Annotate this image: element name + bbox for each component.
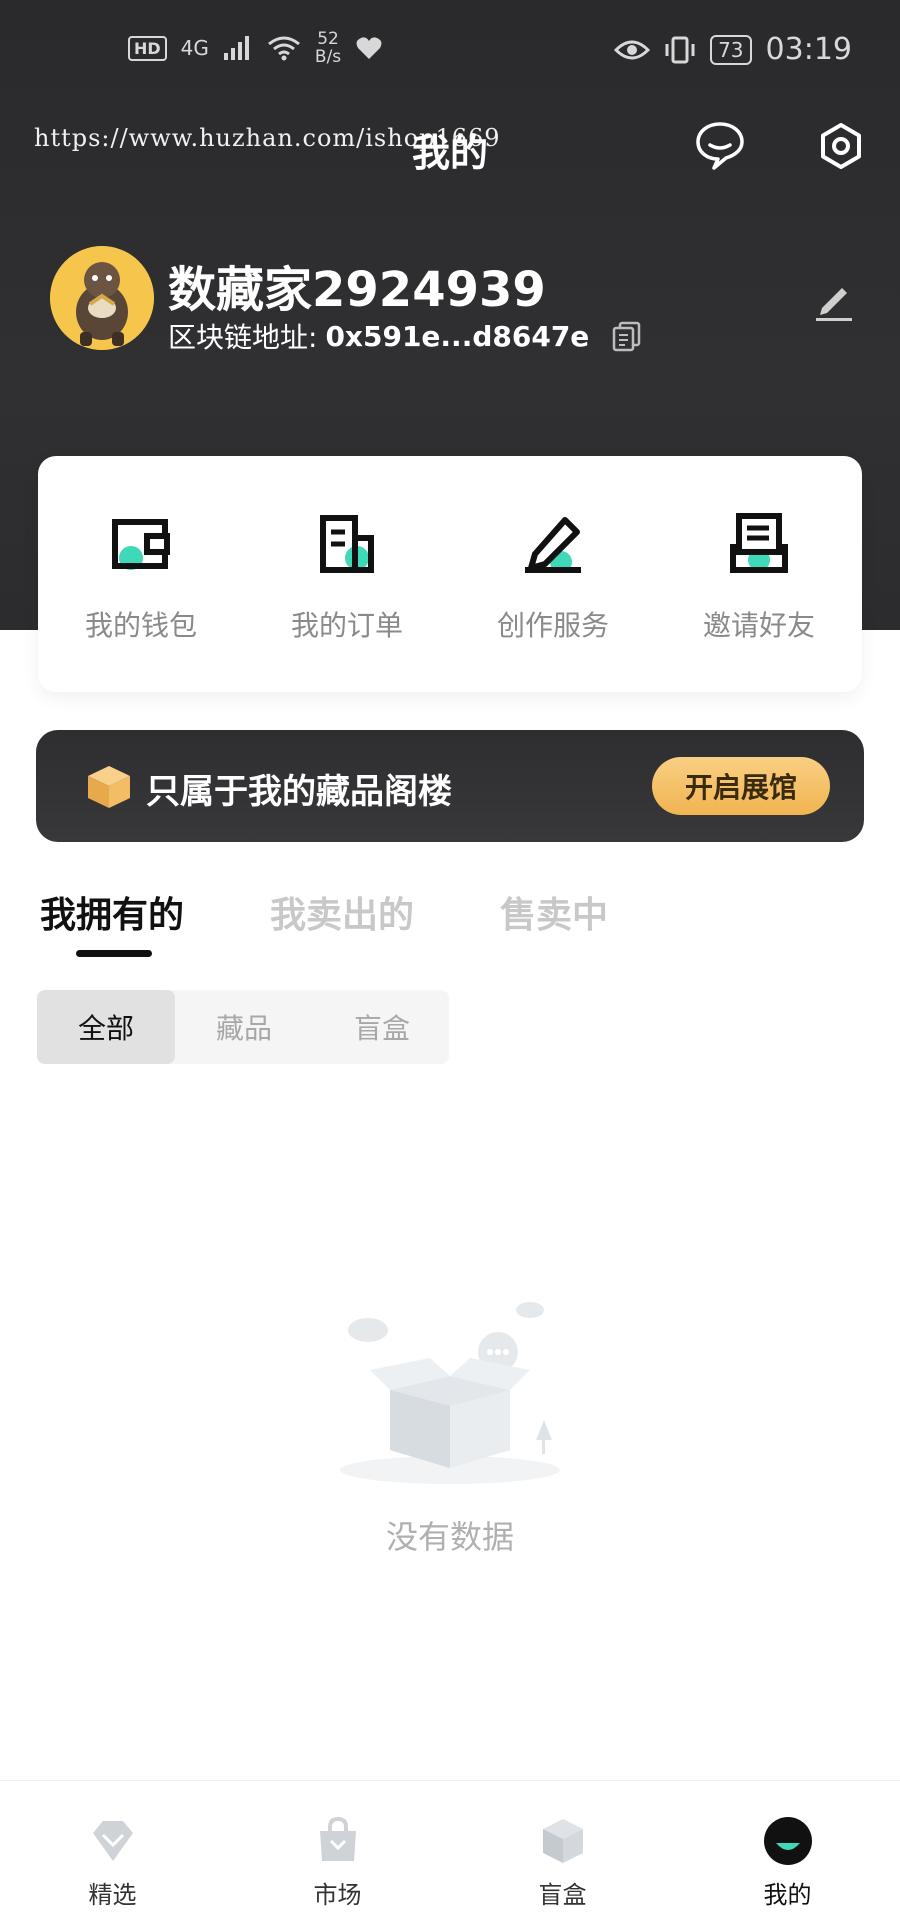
avatar-character-icon bbox=[50, 246, 154, 350]
quick-action-label: 我的钱包 bbox=[84, 609, 197, 642]
cube-icon bbox=[88, 766, 130, 808]
nav-item-featured[interactable]: 精选 bbox=[0, 1781, 225, 1926]
filter-collectibles[interactable]: 藏品 bbox=[175, 990, 313, 1064]
empty-box-illustration bbox=[340, 1302, 560, 1484]
filter-all[interactable]: 全部 bbox=[37, 990, 175, 1064]
vibrate-icon bbox=[665, 36, 695, 63]
message-button[interactable] bbox=[692, 118, 748, 174]
filter-blind-box[interactable]: 盲盒 bbox=[313, 990, 451, 1064]
category-filter: 全部 藏品 盲盒 bbox=[37, 990, 449, 1064]
clock: 03:19 bbox=[765, 32, 852, 67]
gallery-banner[interactable]: 只属于我的藏品阁楼 开启展馆 bbox=[36, 730, 864, 842]
status-bar: HD 4G 52 B/s 73 03:19 bbox=[0, 0, 900, 100]
address-row: 区块链地址: 0x591e...d8647e bbox=[168, 316, 643, 356]
network-speed: 52 B/s bbox=[315, 30, 341, 66]
nav-label: 我的 bbox=[763, 1881, 812, 1909]
speed-unit: B/s bbox=[314, 47, 342, 67]
nav-item-blind-box[interactable]: 盲盒 bbox=[450, 1781, 675, 1926]
quick-action-invite[interactable]: 邀请好友 bbox=[656, 456, 862, 692]
nav-label: 市场 bbox=[313, 1881, 362, 1909]
empty-state-text: 没有数据 bbox=[385, 1518, 514, 1556]
address-label: 区块链地址: bbox=[168, 321, 318, 354]
watermark-url: https://www.huzhan.com/ishop1669 bbox=[34, 124, 501, 152]
eye-icon bbox=[614, 40, 651, 59]
blind-box-icon bbox=[543, 1819, 583, 1863]
address-value: 0x591e...d8647e bbox=[325, 319, 590, 353]
pen-icon bbox=[525, 517, 581, 573]
wifi-icon bbox=[267, 36, 300, 61]
quick-action-label: 创作服务 bbox=[496, 609, 609, 642]
gem-icon bbox=[93, 1821, 133, 1861]
hd-indicator: HD bbox=[128, 35, 167, 61]
quick-action-create[interactable]: 创作服务 bbox=[450, 456, 656, 692]
quick-action-wallet[interactable]: 我的钱包 bbox=[38, 456, 244, 692]
banner-text: 只属于我的藏品阁楼 bbox=[146, 772, 452, 812]
nav-label: 精选 bbox=[88, 1881, 137, 1909]
copy-icon[interactable] bbox=[611, 320, 643, 352]
username: 数藏家2924939 bbox=[168, 262, 546, 318]
open-gallery-button[interactable]: 开启展馆 bbox=[652, 757, 830, 815]
quick-action-label: 我的订单 bbox=[290, 609, 403, 642]
shopping-bag-icon bbox=[320, 1816, 356, 1861]
quick-action-label: 邀请好友 bbox=[702, 609, 815, 642]
chat-bubble-icon bbox=[696, 122, 744, 170]
tab-sold[interactable]: 我卖出的 bbox=[270, 886, 414, 938]
speed-value: 52 bbox=[317, 29, 339, 49]
signal-icon bbox=[223, 36, 249, 60]
nav-label: 盲盒 bbox=[538, 1881, 587, 1909]
active-tab-indicator bbox=[76, 950, 152, 957]
quick-actions-card: 我的钱包 我的订单 创作服务 邀请好友 bbox=[38, 456, 862, 692]
order-icon bbox=[320, 515, 374, 573]
battery-level: 73 bbox=[710, 34, 752, 65]
settings-button[interactable] bbox=[813, 118, 869, 174]
edit-icon[interactable] bbox=[812, 278, 856, 322]
nav-item-profile[interactable]: 我的 bbox=[675, 1781, 900, 1926]
avatar[interactable] bbox=[50, 246, 154, 350]
quick-action-orders[interactable]: 我的订单 bbox=[244, 456, 450, 692]
nav-item-market[interactable]: 市场 bbox=[225, 1781, 450, 1926]
network-label: 4G bbox=[180, 36, 209, 60]
tab-owned[interactable]: 我拥有的 bbox=[40, 886, 184, 938]
heart-icon bbox=[356, 37, 382, 59]
tab-on-sale[interactable]: 售卖中 bbox=[500, 886, 608, 938]
bottom-nav: 精选 市场 盲盒 我的 bbox=[0, 1780, 900, 1926]
gear-icon bbox=[821, 123, 861, 169]
profile-face-icon bbox=[764, 1817, 812, 1865]
invite-icon bbox=[730, 513, 788, 573]
wallet-icon bbox=[112, 519, 170, 570]
